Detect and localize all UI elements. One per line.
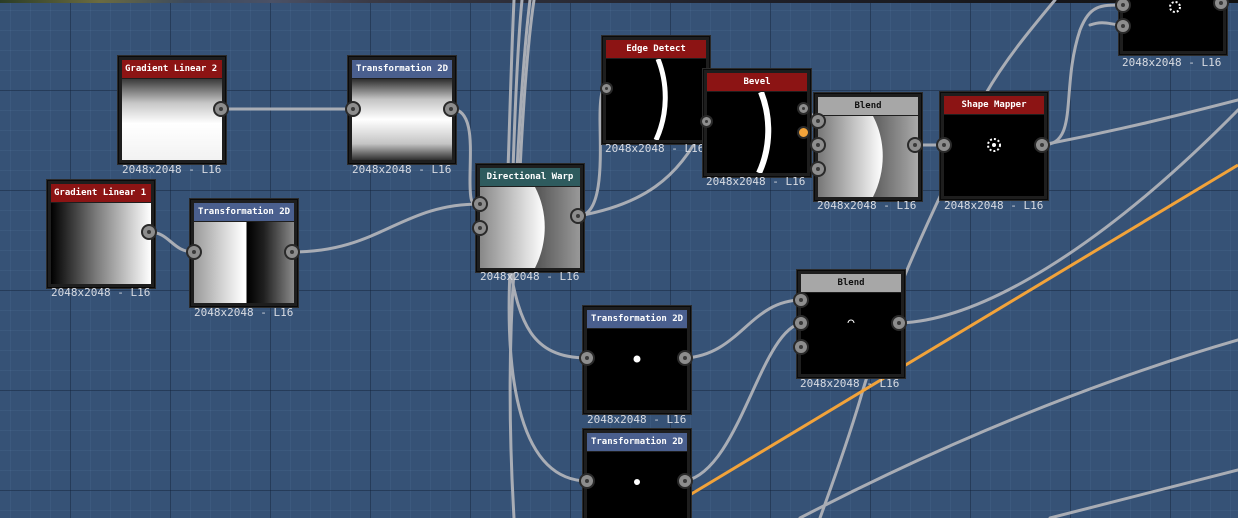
output-port[interactable] (570, 208, 586, 224)
node-size-label: 2048x2048 - L16 (944, 199, 1044, 212)
input-port[interactable] (793, 292, 809, 308)
node-thumbnail (352, 79, 452, 160)
node-directional-warp[interactable]: Directional Warp (476, 164, 584, 272)
input-port[interactable] (600, 82, 613, 95)
input-port[interactable] (793, 339, 809, 355)
input-port[interactable] (793, 315, 809, 331)
input-port[interactable] (579, 473, 595, 489)
node-size-label: 2048x2048 - L16 (51, 286, 151, 299)
node-title: Gradient Linear 1 (51, 184, 151, 202)
node-size-label: 2048x2048 - L16 (817, 199, 917, 212)
node-title: Edge Detect (606, 40, 706, 58)
node-bevel[interactable]: Bevel (703, 69, 811, 177)
input-port[interactable] (810, 113, 826, 129)
node-transformation-2d-c[interactable]: Transformation 2D (583, 306, 691, 414)
wire (508, 268, 589, 360)
node-title: Transformation 2D (194, 203, 294, 221)
input-port[interactable] (936, 137, 952, 153)
node-transformation-2d-d[interactable]: Transformation 2D (583, 429, 691, 518)
node-size-label: 2048x2048 - L16 (706, 175, 806, 188)
node-title: Directional Warp (480, 168, 580, 186)
output-port[interactable] (891, 315, 907, 331)
node-thumbnail (122, 79, 222, 160)
node-title: Blend (801, 274, 901, 292)
node-thumbnail (707, 92, 807, 173)
node-size-label: 2048x2048 - L16 (1122, 56, 1222, 69)
output-port[interactable] (141, 224, 157, 240)
node-transformation-2d-b[interactable]: Transformation 2D (190, 199, 298, 307)
node-size-label: 2048x2048 - L16 (352, 163, 452, 176)
highlighted-wire (687, 163, 1238, 498)
input-port[interactable] (1115, 18, 1131, 34)
node-title: Transformation 2D (352, 60, 452, 78)
node-thumbnail (606, 59, 706, 140)
node-shape-mapper[interactable]: Shape Mapper (940, 92, 1048, 200)
node-blend-bottom[interactable]: Blend (797, 270, 905, 378)
output-port[interactable] (677, 473, 693, 489)
node-size-label: 2048x2048 - L16 (122, 163, 222, 176)
input-port[interactable] (472, 220, 488, 236)
node-transformation-2d-a[interactable]: Transformation 2D (348, 56, 456, 164)
wire (983, 0, 1057, 97)
node-top-right[interactable] (1119, 0, 1227, 55)
wire (1040, 3, 1125, 147)
node-size-label: 2048x2048 - L16 (194, 306, 294, 319)
wire (683, 298, 804, 360)
node-size-label: 2048x2048 - L16 (605, 142, 705, 155)
node-blend-top[interactable]: Blend (814, 93, 922, 201)
node-thumbnail (587, 452, 687, 518)
node-thumbnail (51, 203, 151, 284)
node-thumbnail (1123, 0, 1223, 51)
wire (683, 321, 804, 483)
input-port[interactable] (700, 115, 713, 128)
input-port[interactable] (579, 350, 595, 366)
wire (508, 268, 516, 518)
output-port-active[interactable] (797, 126, 810, 139)
node-thumbnail (587, 329, 687, 410)
output-port[interactable] (443, 101, 459, 117)
node-thumbnail (944, 115, 1044, 196)
output-port[interactable] (284, 244, 300, 260)
node-gradient-linear-2[interactable]: Gradient Linear 2 (118, 56, 226, 164)
node-title: Shape Mapper (944, 96, 1044, 114)
input-port[interactable] (472, 196, 488, 212)
wire (290, 202, 482, 254)
node-thumbnail (480, 187, 580, 268)
output-port[interactable] (677, 350, 693, 366)
node-title: Blend (818, 97, 918, 115)
output-port[interactable] (1034, 137, 1050, 153)
input-port[interactable] (186, 244, 202, 260)
node-thumbnail (801, 293, 901, 374)
node-title: Transformation 2D (587, 433, 687, 451)
node-edge-detect[interactable]: Edge Detect (602, 36, 710, 144)
node-title: Gradient Linear 2 (122, 60, 222, 78)
input-port[interactable] (810, 161, 826, 177)
node-title: Transformation 2D (587, 310, 687, 328)
node-gradient-linear-1[interactable]: Gradient Linear 1 (47, 180, 155, 288)
node-size-label: 2048x2048 - L16 (800, 377, 900, 390)
wire (507, 268, 589, 483)
input-port[interactable] (345, 101, 361, 117)
wire (1048, 468, 1238, 518)
input-port[interactable] (810, 137, 826, 153)
node-size-label: 2048x2048 - L16 (480, 270, 580, 283)
node-graph-canvas[interactable]: Gradient Linear 2 2048x2048 - L16 Transf… (0, 0, 1238, 518)
node-thumbnail (818, 116, 918, 197)
node-thumbnail (194, 222, 294, 303)
node-size-label: 2048x2048 - L16 (587, 413, 687, 426)
node-title: Bevel (707, 73, 807, 91)
output-port[interactable] (213, 101, 229, 117)
output-port[interactable] (907, 137, 923, 153)
output-port[interactable] (797, 102, 810, 115)
